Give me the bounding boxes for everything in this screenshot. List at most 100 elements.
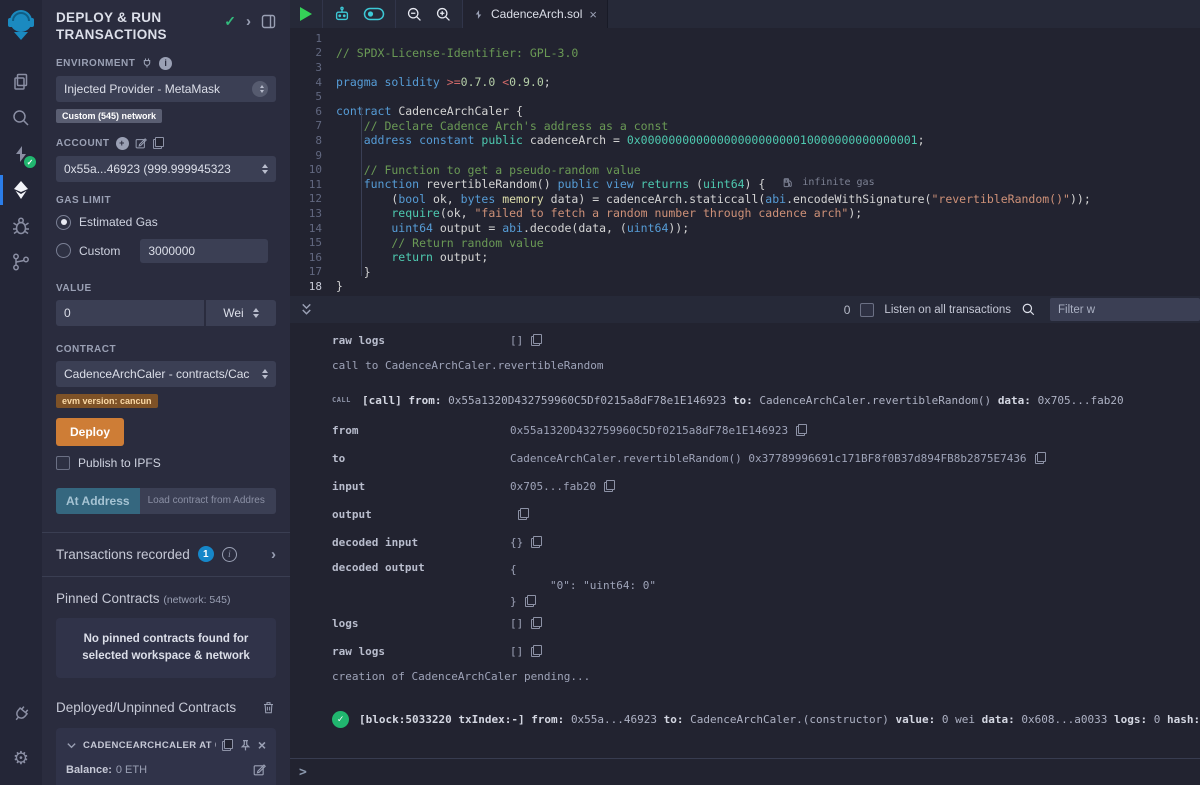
code-line: 11 function revertibleRandom() public vi… (290, 177, 1200, 192)
run-script-icon[interactable] (300, 7, 312, 21)
terminal-output[interactable]: raw logs[]call to CadenceArchCaler.rever… (290, 323, 1200, 758)
settings-gear-icon[interactable]: ⚙ (0, 741, 42, 775)
indent-guide (361, 107, 362, 276)
sign-message-icon[interactable] (135, 137, 147, 149)
load-contract-address-input[interactable] (140, 488, 276, 514)
terminal-row-label: decoded output (332, 561, 510, 574)
plugin-manager-icon[interactable] (0, 697, 42, 731)
code-line: 9 (290, 148, 1200, 163)
panel-next-icon[interactable]: › (246, 13, 251, 30)
code-editor[interactable]: 12// SPDX-License-Identifier: GPL-3.034p… (290, 28, 1200, 296)
copy-icon[interactable] (531, 617, 542, 629)
code-text: (bool ok, bytes memory data) = cadenceAr… (336, 192, 1091, 206)
code-line: 1 (290, 31, 1200, 46)
code-text: address constant public cadenceArch = 0x… (336, 133, 925, 147)
terminal-kv-row: input0x705...fab20 (332, 477, 1200, 495)
custom-gas-input[interactable] (140, 239, 268, 263)
line-number: 17 (290, 265, 336, 278)
estimated-gas-option[interactable]: Estimated Gas (56, 215, 276, 230)
solidity-compiler-icon[interactable]: ✓ (0, 137, 42, 171)
transactions-recorded-row[interactable]: Transactions recorded 1 i › (56, 533, 276, 576)
environment-select[interactable]: Injected Provider - MetaMask (56, 76, 276, 102)
ai-toggle-icon[interactable] (363, 6, 385, 22)
tab-close-icon[interactable]: × (589, 7, 597, 22)
zoom-in-icon[interactable] (435, 6, 452, 23)
copy-icon[interactable] (531, 536, 542, 548)
pinned-contracts-title: Pinned Contracts (network: 545) (56, 591, 276, 606)
chevron-updown-icon (253, 308, 259, 318)
terminal-search-icon[interactable] (1021, 302, 1036, 317)
pin-panel-icon[interactable] (261, 14, 276, 29)
copy-icon[interactable] (531, 334, 542, 346)
account-select[interactable]: 0x55a...46923 (999.999945323 (56, 156, 276, 182)
code-text: // Return random value (336, 236, 544, 250)
file-explorer-icon[interactable] (0, 65, 42, 99)
tab-cadencearch-sol[interactable]: CadenceArch.sol × (463, 0, 608, 28)
checkbox-icon (56, 456, 70, 470)
terminal-row-value: [] (510, 617, 523, 630)
deploy-button[interactable]: Deploy (56, 418, 124, 446)
ai-assistant-robot-icon[interactable] (333, 5, 351, 23)
copy-icon[interactable] (518, 508, 529, 520)
terminal-row-value: 0x705...fab20 (510, 480, 596, 493)
code-line: 18} (290, 279, 1200, 294)
panel-title: DEPLOY & RUN TRANSACTIONS (56, 10, 206, 44)
publish-ipfs-option[interactable]: Publish to IPFS (56, 456, 276, 470)
line-number: 11 (290, 178, 336, 191)
custom-gas-option[interactable]: Custom (56, 239, 276, 263)
git-icon[interactable] (0, 245, 42, 279)
terminal-kv-row: logs[] (332, 614, 1200, 632)
environment-info-icon[interactable]: i (159, 57, 172, 70)
deploy-run-icon[interactable] (0, 173, 42, 207)
line-number: 16 (290, 251, 336, 264)
terminal-log-text: creation of CadenceArchCaler pending... (332, 670, 1200, 688)
contract-card-title[interactable]: CADENCEARCHCALER AT 0) (83, 740, 216, 751)
trash-icon[interactable] (261, 700, 276, 715)
close-icon[interactable]: × (258, 738, 266, 752)
copy-icon[interactable] (1035, 452, 1046, 464)
add-account-icon[interactable]: + (116, 137, 129, 150)
code-text: // Declare Cadence Arch's address as a c… (336, 119, 668, 133)
debugger-icon[interactable] (0, 209, 42, 243)
listen-all-transactions-checkbox[interactable] (860, 303, 874, 317)
contract-select[interactable]: CadenceArchCaler - contracts/Cac (56, 361, 276, 387)
value-unit-select[interactable]: Wei (206, 300, 276, 326)
compiler-success-badge: ✓ (24, 156, 36, 168)
code-line: 4pragma solidity >=0.7.0 <0.9.0; (290, 75, 1200, 90)
terminal-call-row: call[call] from: 0x55a1320D432759960C5Df… (332, 391, 1200, 409)
chevron-down-icon[interactable] (66, 740, 77, 751)
copy-icon[interactable] (222, 739, 233, 751)
remix-logo[interactable] (6, 8, 36, 47)
search-icon[interactable] (0, 101, 42, 135)
terminal-row-label: raw logs (332, 334, 510, 347)
value-input[interactable] (56, 300, 204, 326)
contract-label: CONTRACT (56, 344, 276, 355)
copy-icon[interactable] (796, 424, 807, 436)
terminal-kv-row: toCadenceArchCaler.revertibleRandom() 0x… (332, 449, 1200, 467)
terminal-row-label: to (332, 452, 510, 465)
terminal-block-row: ✓[block:5033220 txIndex:-] from: 0x55a..… (332, 711, 1200, 728)
zoom-out-icon[interactable] (406, 6, 423, 23)
line-number: 8 (290, 134, 336, 147)
code-line: 2// SPDX-License-Identifier: GPL-3.0 (290, 46, 1200, 61)
terminal-row-value: {} (510, 536, 523, 549)
line-number: 9 (290, 149, 336, 162)
radio-selected-icon (56, 215, 71, 230)
copy-icon[interactable] (604, 480, 615, 492)
info-icon[interactable]: i (222, 547, 237, 562)
terminal-filter-input[interactable] (1050, 298, 1200, 321)
code-line: 6contract CadenceArchCaler { (290, 104, 1200, 119)
copy-icon[interactable] (531, 645, 542, 657)
terminal-row-label: raw logs (332, 645, 510, 658)
terminal-row-value: [] (510, 334, 523, 347)
edit-balance-icon[interactable] (253, 763, 266, 776)
line-number: 13 (290, 207, 336, 220)
pin-icon[interactable] (239, 739, 252, 752)
deployed-contracts-title: Deployed/Unpinned Contracts (56, 700, 236, 715)
chevron-right-icon[interactable]: › (271, 546, 276, 563)
at-address-button[interactable]: At Address (56, 488, 140, 514)
copy-icon[interactable] (525, 595, 536, 607)
terminal-collapse-icon[interactable] (299, 302, 314, 317)
copy-account-icon[interactable] (153, 137, 164, 149)
terminal-prompt-row[interactable]: > (290, 758, 1200, 785)
